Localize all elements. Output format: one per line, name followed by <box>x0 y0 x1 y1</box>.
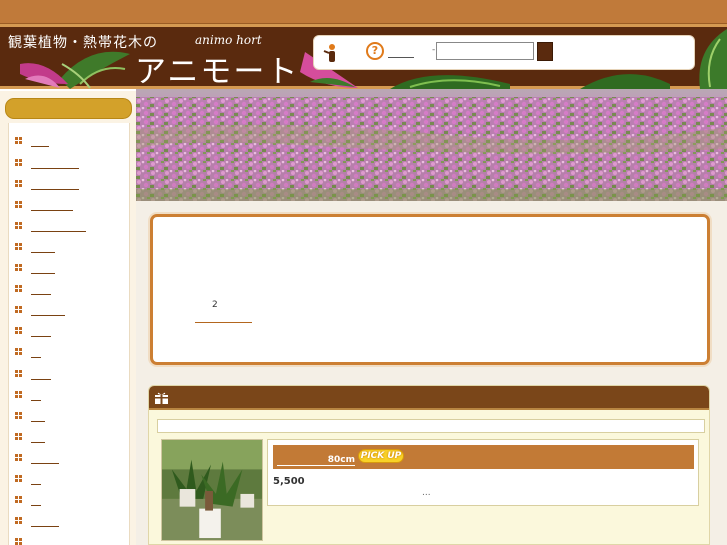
sidebar-item-label <box>31 136 49 147</box>
list-bullet-icon <box>15 370 23 378</box>
top-bar <box>0 0 727 24</box>
list-bullet-icon <box>15 412 23 420</box>
flower-decoration-left <box>20 63 68 88</box>
sidebar-item-label <box>31 537 59 545</box>
sidebar-item-label <box>31 347 41 358</box>
sidebar-item-label <box>31 453 59 464</box>
section-header <box>149 386 709 410</box>
notice-link[interactable] <box>195 314 252 323</box>
notice-number: 2 <box>212 300 218 310</box>
list-bullet-icon <box>15 137 23 145</box>
search-button[interactable] <box>537 42 553 61</box>
sidebar-item-label <box>31 474 41 485</box>
help-icon[interactable]: ? <box>366 42 384 60</box>
logo-brand[interactable]: アニモート <box>135 46 299 89</box>
plant-decoration-right <box>699 29 727 89</box>
sidebar-item-label <box>31 200 73 211</box>
list-bullet-icon <box>15 306 23 314</box>
list-bullet-icon <box>15 517 23 525</box>
sidebar-item-label <box>31 242 55 253</box>
sidebar-item-label <box>31 390 41 401</box>
sidebar-item-label <box>31 495 41 506</box>
list-bullet-icon <box>15 159 23 167</box>
list-bullet-icon <box>15 391 23 399</box>
sidebar-item-label <box>31 411 45 422</box>
sidebar-item-label <box>31 369 51 380</box>
product-more-text: ... <box>422 488 431 498</box>
sidebar-item-label <box>31 158 79 169</box>
product-price: 5,500 <box>273 476 305 487</box>
list-bullet-icon <box>15 496 23 504</box>
sidebar-item-label <box>31 179 79 190</box>
sidebar-item-label <box>31 263 55 274</box>
sidebar-item-label <box>31 516 59 527</box>
sidebar-item-label <box>31 284 51 295</box>
section-filter-bar <box>157 419 705 433</box>
header-top-stripe <box>0 24 727 27</box>
list-bullet-icon <box>15 327 23 335</box>
pickup-badge: PICK UP <box>358 449 404 463</box>
search-input[interactable] <box>436 42 534 60</box>
list-bullet-icon <box>15 222 23 230</box>
list-bullet-icon <box>15 433 23 441</box>
sidebar-heading <box>5 98 132 119</box>
product-title-bar: 80cm PICK UP <box>273 445 694 469</box>
pickup-section: 80cm PICK UP 5,500 ... <box>148 385 710 545</box>
help-link[interactable] <box>388 48 414 58</box>
product-title-link[interactable]: 80cm <box>277 455 355 466</box>
product-card: 80cm PICK UP 5,500 ... <box>267 439 699 506</box>
sidebar-item-label <box>31 326 51 337</box>
list-bullet-icon <box>15 285 23 293</box>
site-header: 観葉植物・熱帯花木の animo hort アニモート ? - <box>0 24 727 89</box>
list-bullet-icon <box>15 454 23 462</box>
sidebar-item-label <box>31 432 45 443</box>
product-image[interactable] <box>161 439 263 541</box>
search-dash: - <box>432 45 436 55</box>
hero-banner-flower-field <box>136 89 727 201</box>
list-bullet-icon <box>15 475 23 483</box>
list-bullet-icon <box>15 348 23 356</box>
list-bullet-icon <box>15 264 23 272</box>
list-bullet-icon <box>15 243 23 251</box>
gift-icon <box>155 392 168 404</box>
list-bullet-icon <box>15 201 23 209</box>
notice-box <box>150 214 710 365</box>
utility-bar: ? - <box>313 35 695 70</box>
person-icon[interactable] <box>322 43 340 63</box>
sidebar-item-label <box>31 221 86 232</box>
logo-subtitle-english: animo hort <box>195 33 262 47</box>
sidebar-item-label <box>31 305 65 316</box>
list-bullet-icon <box>15 180 23 188</box>
list-bullet-icon <box>15 538 23 545</box>
